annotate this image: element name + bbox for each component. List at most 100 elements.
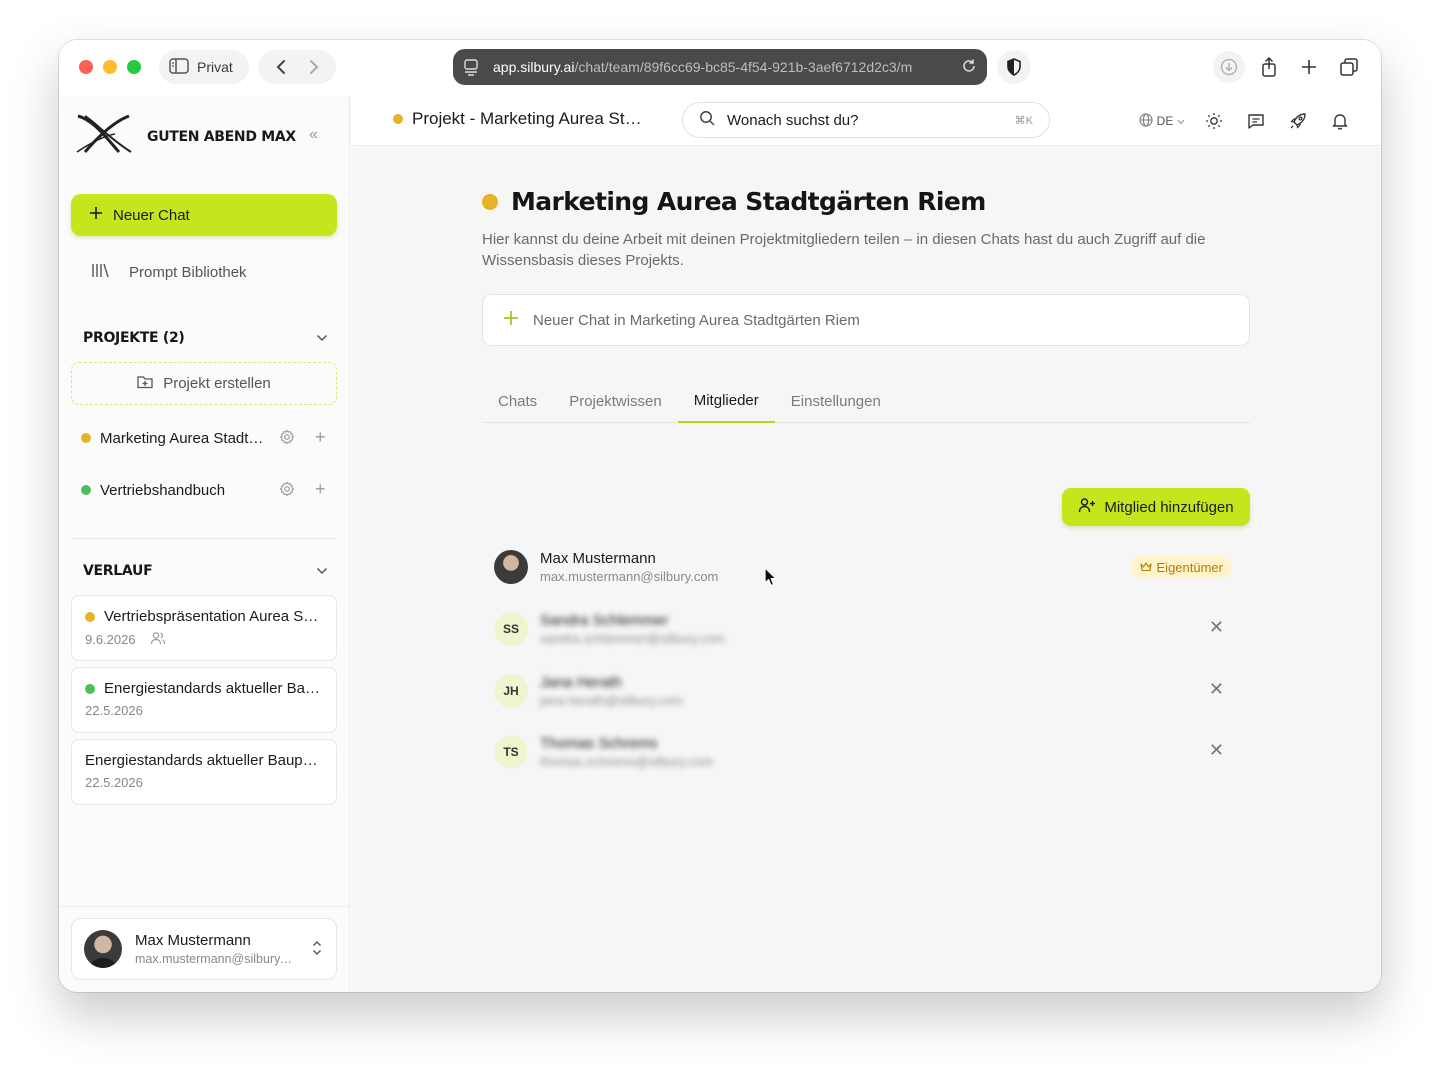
chevron-down-icon <box>316 563 328 579</box>
profile-switcher[interactable]: Privat <box>159 50 249 84</box>
add-chat-to-project-icon[interactable]: + <box>315 428 326 446</box>
history-navigation <box>258 50 336 84</box>
user-name: Max Mustermann <box>135 932 251 949</box>
new-tab-icon[interactable] <box>1293 51 1325 83</box>
plus-icon <box>503 310 519 330</box>
plus-icon <box>89 206 103 224</box>
tab-chats[interactable]: Chats <box>482 381 553 423</box>
page-settings-icon[interactable] <box>463 58 479 79</box>
gear-icon[interactable] <box>279 429 295 449</box>
new-project-chat-input[interactable]: Neuer Chat in Marketing Aurea Stadtgärte… <box>482 294 1250 346</box>
prompt-library-link[interactable]: Prompt Bibliothek <box>91 262 247 282</box>
create-project-button[interactable]: Projekt erstellen <box>71 362 337 405</box>
history-date: 22.5.2026 <box>85 775 143 790</box>
url-path: /chat/team/89f6cc69-bc85-4f54-921b-3aef6… <box>574 59 913 75</box>
avatar: TS <box>494 735 528 769</box>
tab-projektwissen[interactable]: Projektwissen <box>553 381 678 423</box>
sidebar-toggle-icon <box>169 57 189 77</box>
remove-member-close-icon[interactable]: ✕ <box>1209 618 1224 636</box>
search-icon <box>699 110 715 130</box>
avatar: SS <box>494 612 528 646</box>
history-item-meta: 9.6.2026 <box>85 631 322 648</box>
reload-icon[interactable] <box>961 58 977 77</box>
feedback-message-icon[interactable] <box>1235 108 1277 134</box>
prompt-library-label: Prompt Bibliothek <box>129 263 247 281</box>
shared-users-icon <box>150 631 166 648</box>
member-info: Thomas Schrems thomas.schrems@silbury.co… <box>540 735 713 769</box>
library-icon <box>91 262 109 282</box>
member-info: Sandra Schlemmer sandra.schlemmer@silbur… <box>540 612 725 646</box>
divider <box>71 538 337 539</box>
user-info: Max Mustermann max.mustermann@silbury.co… <box>135 932 293 966</box>
add-chat-to-project-icon[interactable]: + <box>315 480 326 498</box>
breadcrumb-text[interactable]: Projekt - Marketing Aurea Stadtgärten Ri… <box>412 109 644 129</box>
member-name: Jana Herath <box>540 674 622 691</box>
url-text: app.silbury.ai/chat/team/89f6cc69-bc85-4… <box>493 59 961 75</box>
divider <box>59 906 350 907</box>
collapse-sidebar-icon[interactable]: « <box>309 126 318 144</box>
user-plus-icon <box>1078 497 1096 517</box>
history-item-title: Energiestandards aktueller Bauprojekte <box>85 752 322 769</box>
history-title-text: Energiestandards aktueller Bauprojekte <box>104 680 322 697</box>
search-placeholder: Wonach suchst du? <box>727 111 859 129</box>
browser-actions <box>1213 50 1365 84</box>
project-color-dot <box>81 433 91 443</box>
address-bar[interactable]: app.silbury.ai/chat/team/89f6cc69-bc85-4… <box>453 49 987 85</box>
globe-icon <box>1139 112 1153 130</box>
app-header: Projekt - Marketing Aurea Stadtgärten Ri… <box>351 96 1381 146</box>
user-menu-button[interactable]: Max Mustermann max.mustermann@silbury.co… <box>71 918 337 980</box>
language-label: DE <box>1156 114 1174 128</box>
history-item[interactable]: Vertriebspräsentation Aurea Stadtgärten … <box>71 595 337 661</box>
history-item[interactable]: Energiestandards aktueller Bauprojekte 2… <box>71 667 337 733</box>
history-date: 9.6.2026 <box>85 632 136 647</box>
member-name: Thomas Schrems <box>540 735 658 752</box>
add-member-button[interactable]: Mitglied hinzufügen <box>1062 488 1250 526</box>
new-chat-label: Neuer Chat <box>113 206 190 224</box>
history-item[interactable]: Energiestandards aktueller Bauprojekte 2… <box>71 739 337 805</box>
page-title: Marketing Aurea Stadtgärten Riem <box>511 187 986 216</box>
history-section-header[interactable]: VERLAUF <box>83 563 328 579</box>
tab-mitglieder[interactable]: Mitglieder <box>677 381 775 423</box>
member-name: Sandra Schlemmer <box>540 612 669 629</box>
download-icon[interactable] <box>1213 51 1245 83</box>
avatar <box>494 550 528 584</box>
profile-label: Privat <box>197 59 233 75</box>
greeting-title: GUTEN ABEND MAX <box>147 128 296 145</box>
owner-badge: Eigentümer <box>1130 556 1232 578</box>
remove-member-close-icon[interactable]: ✕ <box>1209 680 1224 698</box>
breadcrumb: Projekt - Marketing Aurea Stadtgärten Ri… <box>393 109 644 129</box>
brand: GUTEN ABEND MAX <box>75 114 296 159</box>
forward-icon[interactable] <box>300 53 328 81</box>
projects-section-header[interactable]: PROJEKTE (2) <box>83 330 328 346</box>
remove-member-close-icon[interactable]: ✕ <box>1209 741 1224 759</box>
search-input[interactable]: Wonach suchst du? ⌘K <box>682 102 1050 138</box>
app-logo-icon <box>75 114 133 159</box>
chevron-down-icon <box>316 330 328 346</box>
privacy-shield-icon[interactable] <box>997 50 1031 84</box>
gear-icon[interactable] <box>279 481 295 501</box>
member-email: sandra.schlemmer@silbury.com <box>540 631 725 646</box>
avatar <box>84 930 122 968</box>
share-icon[interactable] <box>1253 51 1285 83</box>
sidebar-project-vertriebshandbuch[interactable]: Vertriebshandbuch + <box>81 479 337 501</box>
tab-einstellungen[interactable]: Einstellungen <box>775 381 897 423</box>
history-title-text: Vertriebspräsentation Aurea Stadtgärten <box>104 608 322 625</box>
close-window-button[interactable] <box>79 60 93 74</box>
sidebar-project-marketing[interactable]: Marketing Aurea Stadtgärten Riem + <box>81 427 337 449</box>
chevron-up-down-icon <box>312 940 322 956</box>
back-icon[interactable] <box>267 53 295 81</box>
theme-toggle-sun-icon[interactable] <box>1193 108 1235 134</box>
language-switcher[interactable]: DE <box>1131 108 1193 134</box>
zoom-window-button[interactable] <box>127 60 141 74</box>
project-header: Marketing Aurea Stadtgärten Riem <box>482 187 986 216</box>
tab-overview-icon[interactable] <box>1333 51 1365 83</box>
notification-bell-icon[interactable] <box>1319 108 1361 134</box>
sidebar: GUTEN ABEND MAX « Neuer Chat Prompt Bibl… <box>59 96 350 992</box>
new-chat-button[interactable]: Neuer Chat <box>71 194 337 236</box>
history-item-meta: 22.5.2026 <box>85 703 322 718</box>
owner-badge-label: Eigentümer <box>1156 559 1223 575</box>
mouse-cursor-icon <box>764 567 778 592</box>
rocket-icon[interactable] <box>1277 108 1319 134</box>
minimize-window-button[interactable] <box>103 60 117 74</box>
project-tabs: Chats Projektwissen Mitglieder Einstellu… <box>482 381 1250 423</box>
